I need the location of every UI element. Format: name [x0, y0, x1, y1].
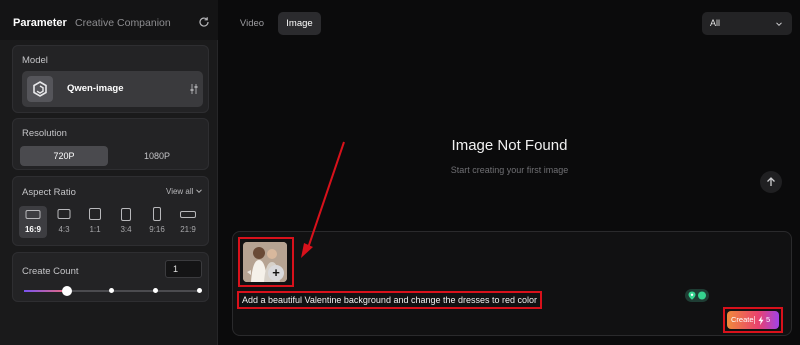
slider-handle[interactable] [62, 286, 72, 296]
main-area: Video Image All Image Not Found Start cr… [219, 0, 800, 345]
ratio-4-3-icon [57, 209, 71, 219]
resolution-option-720p[interactable]: 720P [20, 146, 108, 166]
aspect-option-label: 1:1 [89, 225, 101, 234]
resolution-label: Resolution [22, 128, 67, 139]
aspect-option-1-1[interactable]: 1:1 [81, 206, 109, 238]
create-button-highlight: Create 5 [723, 307, 783, 333]
aspect-option-label: 3:4 [120, 225, 132, 234]
prompt-input[interactable]: Add a beautiful Valentine background and… [237, 291, 543, 309]
arrow-up-icon [767, 177, 775, 186]
ratio-1-1-icon [89, 208, 101, 220]
filter-value: All [710, 18, 721, 28]
slider-fill [24, 290, 67, 292]
aspect-option-16-9[interactable]: 16:9 [19, 206, 47, 238]
create-count-card: Create Count 1 [12, 252, 209, 302]
scroll-top-button[interactable] [760, 171, 782, 193]
create-button[interactable]: Create 5 [727, 311, 779, 329]
aspect-option-4-3[interactable]: 4:3 [50, 206, 78, 238]
empty-state-subtitle: Start creating your first image [450, 165, 569, 175]
reset-icon[interactable] [198, 16, 210, 28]
filter-select[interactable]: All [702, 12, 792, 35]
create-count-input[interactable]: 1 [165, 260, 202, 278]
model-select[interactable]: Qwen-image [22, 71, 203, 107]
slider-step-dot [109, 288, 114, 293]
ratio-21-9-icon [180, 211, 196, 218]
aspect-ratio-card: Aspect Ratio View all 16:9 4:3 1:1 3:4 9… [12, 176, 209, 246]
qwen-logo-icon [27, 76, 53, 102]
credit-cost: 5 [766, 315, 771, 324]
model-name: Qwen-image [67, 83, 124, 94]
resolution-card: Resolution 720P 1080P [12, 118, 209, 170]
add-image-button[interactable]: + [268, 265, 284, 281]
aspect-option-21-9[interactable]: 21:9 [174, 206, 202, 238]
model-label: Model [22, 55, 48, 66]
aspect-option-3-4[interactable]: 3:4 [112, 206, 140, 238]
aspect-ratio-label: Aspect Ratio [22, 187, 76, 198]
tab-parameter[interactable]: Parameter [13, 17, 67, 29]
ratio-16-9-icon [25, 210, 41, 219]
model-card: Model Qwen-image [12, 45, 209, 113]
prompt-composer: + Add a beautiful Valentine background a… [232, 231, 792, 336]
slider-step-dot [153, 288, 158, 293]
ratio-3-4-icon [121, 208, 131, 221]
chevron-down-icon[interactable] [195, 187, 203, 195]
chevron-down-icon [776, 22, 782, 27]
empty-state-title: Image Not Found [451, 137, 568, 154]
tab-video[interactable]: Video [232, 12, 272, 35]
lightning-bolt-icon [758, 316, 764, 325]
slider-step-dot [197, 288, 202, 293]
aspect-option-label: 4:3 [58, 225, 70, 234]
view-all-link[interactable]: View all [166, 187, 193, 196]
panel-tab-bar: Parameter Creative Companion [0, 0, 218, 40]
aspect-option-9-16[interactable]: 9:16 [143, 206, 171, 238]
reference-image-highlight: + [238, 237, 294, 287]
tab-image[interactable]: Image [278, 12, 321, 35]
create-divider [754, 316, 755, 324]
aspect-option-label: 16:9 [24, 225, 41, 234]
assistant-chat-icon[interactable] [685, 289, 709, 302]
aspect-option-label: 21:9 [180, 225, 196, 234]
resolution-option-1080p[interactable]: 1080P [113, 146, 201, 166]
create-button-label: Create [731, 315, 754, 324]
create-count-label: Create Count [22, 266, 79, 277]
aspect-option-label: 9:16 [149, 225, 165, 234]
ratio-9-16-icon [153, 207, 161, 221]
sliders-icon[interactable] [189, 83, 199, 95]
tab-creative-companion[interactable]: Creative Companion [75, 17, 171, 29]
settings-panel: Parameter Creative Companion Model Qwen-… [0, 0, 218, 345]
